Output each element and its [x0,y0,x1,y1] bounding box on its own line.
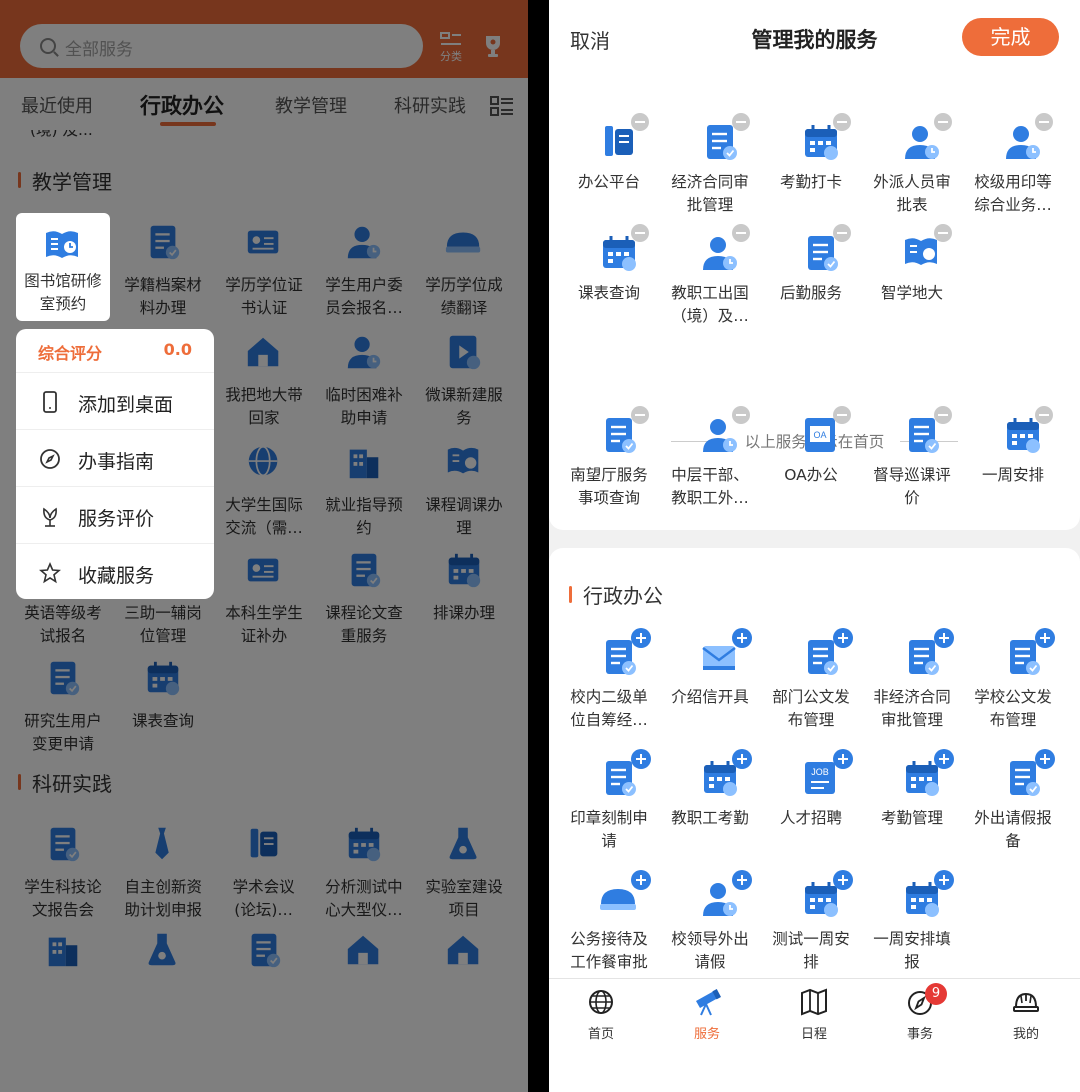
rating-value: 0.0 [163,340,192,359]
service-label: 中层干部、 教职工外… [671,466,749,507]
add-button[interactable] [732,749,752,769]
add-button[interactable] [732,870,752,890]
bottom-nav: 首页 服务 日程 事务 我的 9 [549,978,1080,1092]
menu-favorite[interactable]: 收藏服务 [16,544,214,599]
remove-button[interactable] [833,224,851,242]
right-header: 取消 管理我的服务 完成 [549,0,1080,80]
compass-icon [40,449,60,469]
remove-button[interactable] [934,406,952,424]
service-label: 后勤服务 [779,284,842,302]
service-label: 非经济合同 审批管理 [873,688,951,729]
nav-label: 服务 [693,1027,720,1042]
remove-button[interactable] [833,113,851,131]
highlighted-service-label: 图书馆研修 室预约 [24,272,102,313]
add-button[interactable] [833,870,853,890]
menu-item-label: 办事指南 [78,451,155,473]
my-services-card: 办公平台 经济合同审 批管理 考勤打卡 外派人员审 批表 校级用印等 综合业务… 课表查询… [549,80,1080,530]
remove-button[interactable] [833,406,851,424]
notification-badge: 9 [925,983,947,1005]
remove-button[interactable] [1035,113,1053,131]
service-label: 考勤管理 [880,809,943,827]
remove-button[interactable] [732,113,750,131]
service-label: 测试一周安 排 [772,930,850,971]
menu-add-to-desktop[interactable]: 添加到桌面 [16,373,214,430]
flower-icon [43,507,57,527]
add-button[interactable] [631,749,651,769]
service-label: 智学地大 [880,284,943,302]
add-button[interactable] [833,628,853,648]
done-button[interactable]: 完成 [962,18,1059,56]
telescope-icon [696,989,721,1016]
service-label: 校领导外出 请假 [671,930,749,971]
service-label: OA办公 [784,466,838,484]
service-label: 一周安排填 报 [873,930,951,971]
add-button[interactable] [631,870,651,890]
add-button[interactable] [631,628,651,648]
service-label: 考勤打卡 [779,173,842,191]
service-label: 校级用印等 综合业务… [974,173,1052,214]
rating-row: 综合评分 0.0 [16,329,214,373]
nav-label: 首页 [587,1027,614,1042]
remove-button[interactable] [1035,406,1053,424]
service-label: 经济合同审 批管理 [671,173,749,214]
map-icon [801,988,827,1016]
add-button[interactable] [1035,628,1055,648]
nav-label: 我的 [1012,1027,1039,1042]
service-label: 公务接待及 工作餐审批 [570,930,648,971]
right-screen: 取消 管理我的服务 完成 办公平台 经济合同审 批管理 考勤打卡 外派人员审 批表 校级… [549,0,1080,1092]
service-label: 南望厅服务 事项查询 [570,466,648,507]
library-book-icon [46,231,78,258]
add-button[interactable] [934,749,954,769]
service-label: 教职工出国 （境）及… [671,284,749,325]
add-button[interactable] [833,749,853,769]
nav-label: 事务 [906,1027,933,1042]
remove-button[interactable] [934,113,952,131]
add-button[interactable] [934,870,954,890]
service-label: 人才招聘 [779,809,842,827]
add-button[interactable] [934,628,954,648]
service-label: 课表查询 [577,284,640,302]
service-label: 督导巡课评 价 [873,466,951,507]
svg-text:JOB: JOB [811,767,829,777]
add-button[interactable] [732,628,752,648]
phone-icon [43,391,57,413]
service-label: 一周安排 [981,466,1044,484]
hard-hat-icon [1013,992,1039,1012]
add-button[interactable] [1035,749,1055,769]
service-label: 学校公文发 布管理 [974,688,1052,729]
remove-button[interactable] [631,224,649,242]
section-title-admin: 行政办公 [569,580,663,609]
service-label: 部门公文发 布管理 [772,688,850,729]
admin-section-card: 行政办公 校内二级单 位自筹经… 介绍信开具 部门公文发 布管理 非经济合同 审批管理… [549,548,1080,978]
service-label: 介绍信开具 [671,688,749,706]
menu-guide[interactable]: 办事指南 [16,430,214,487]
highlighted-service-library[interactable]: 图书馆研修 室预约 [16,213,110,321]
remove-button[interactable] [934,224,952,242]
menu-item-label: 服务评价 [78,508,155,530]
menu-item-label: 添加到桌面 [78,394,174,416]
service-label: 教职工考勤 [671,809,749,827]
rating-label: 综合评分 [38,344,103,363]
service-label: 外派人员审 批表 [873,173,951,214]
globe-icon [589,990,613,1014]
menu-rate-service[interactable]: 服务评价 [16,487,214,544]
context-menu: 综合评分 0.0 添加到桌面 办事指南 服务评价 收藏服务 [16,329,214,599]
service-label: 办公平台 [577,173,640,191]
left-screen: 全部服务 分类 最近使用 行政办公 教学管理 科研实践 [0,0,528,1092]
menu-item-label: 收藏服务 [78,565,155,587]
service-label: 外出请假报 备 [974,809,1052,850]
remove-button[interactable] [631,406,649,424]
remove-button[interactable] [732,224,750,242]
service-label: 校内二级单 位自筹经… [570,688,648,729]
service-label: 印章刻制申 请 [570,809,648,850]
nav-label: 日程 [800,1027,827,1042]
remove-button[interactable] [732,406,750,424]
star-icon [39,561,61,584]
remove-button[interactable] [631,113,649,131]
svg-text:OA: OA [813,430,826,440]
